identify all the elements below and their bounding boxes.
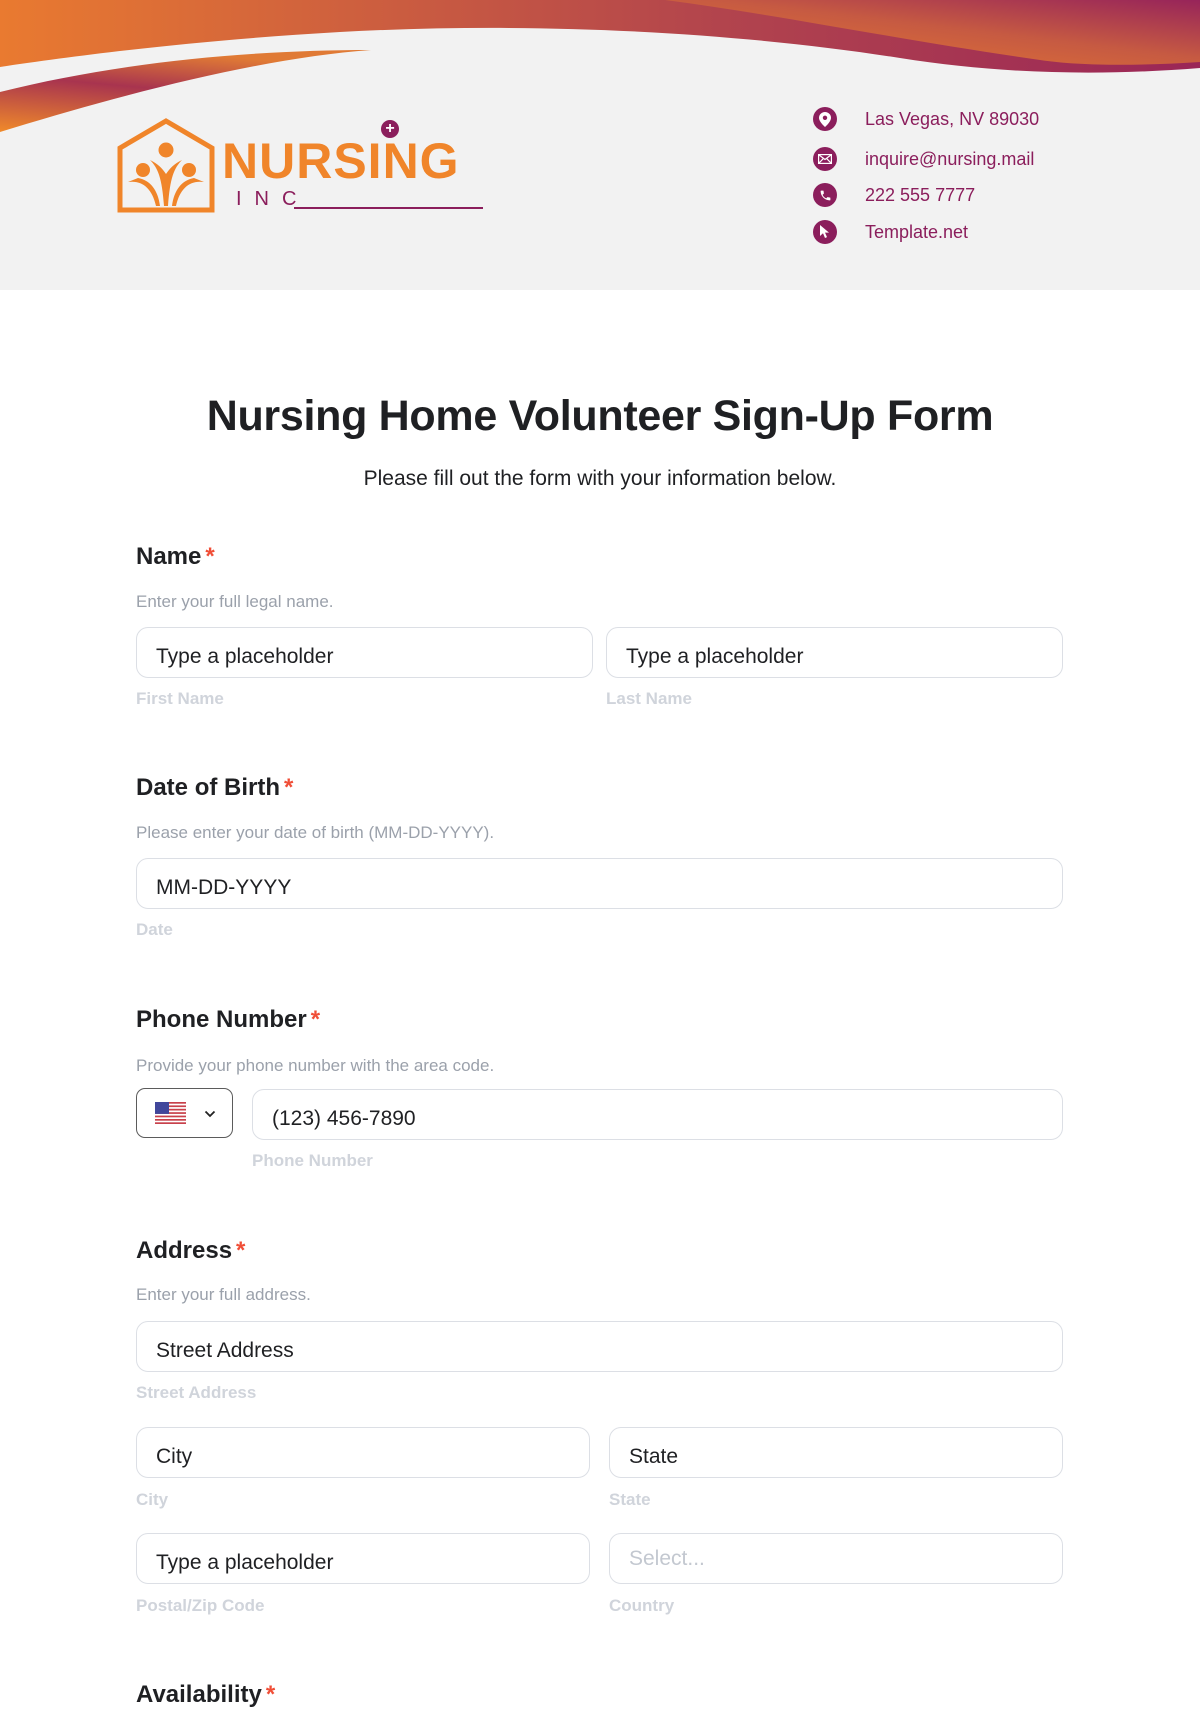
contact-phone-text[interactable]: 222 555 7777: [865, 185, 975, 206]
required-asterisk: *: [284, 774, 294, 801]
contact-email[interactable]: inquire@nursing.mail: [813, 146, 1073, 172]
dob-label: Date of Birth *: [136, 774, 293, 802]
page-subtitle: Please fill out the form with your infor…: [363, 467, 837, 490]
availability-label: Availability *: [136, 1681, 275, 1709]
phone-label-text: Phone Number: [136, 1006, 307, 1033]
last-name-input[interactable]: Type a placeholder: [606, 627, 1063, 678]
required-asterisk: *: [265, 1681, 276, 1708]
phone-input[interactable]: (123) 456-7890: [252, 1089, 1063, 1140]
required-asterisk: *: [310, 1006, 321, 1033]
cursor-pointer-icon: [813, 220, 837, 244]
us-flag-icon: [155, 1102, 186, 1124]
dob-helper: Please enter your date of birth (MM-DD-Y…: [136, 823, 495, 842]
contact-address: Las Vegas, NV 89030: [813, 106, 1073, 132]
address-helper: Enter your full address.: [136, 1285, 311, 1304]
contact-address-text: Las Vegas, NV 89030: [865, 108, 1040, 129]
name-helper: Enter your full legal name.: [136, 592, 334, 611]
city-sublabel: City: [136, 1490, 169, 1509]
location-pin-icon: [813, 107, 837, 131]
address-label: Address *: [136, 1237, 245, 1265]
address-label-text: Address: [136, 1237, 233, 1264]
last-name-sublabel: Last Name: [606, 689, 692, 708]
dob-input[interactable]: MM-DD-YYYY: [136, 858, 1063, 909]
postal-code-input[interactable]: Type a placeholder: [136, 1533, 590, 1584]
phone-sublabel: Phone Number: [252, 1151, 373, 1170]
state-input[interactable]: State: [609, 1427, 1063, 1478]
first-name-input[interactable]: Type a placeholder: [136, 627, 593, 678]
contact-website[interactable]: Template.net: [813, 219, 1073, 245]
medical-plus-icon: +: [381, 120, 399, 138]
chevron-down-icon: [204, 1105, 216, 1121]
required-asterisk: *: [236, 1237, 246, 1264]
contact-email-text[interactable]: inquire@nursing.mail: [865, 149, 1034, 170]
house-people-icon: [117, 118, 215, 213]
logo-subtitle: INC: [236, 188, 310, 210]
state-sublabel: State: [609, 1490, 651, 1509]
name-label: Name *: [136, 543, 215, 571]
city-input[interactable]: City: [136, 1427, 590, 1478]
envelope-icon: [813, 147, 837, 171]
phone-label: Phone Number *: [136, 1006, 320, 1034]
required-asterisk: *: [205, 543, 215, 570]
name-label-text: Name: [136, 543, 202, 570]
company-logo: NURSING + INC: [116, 116, 496, 216]
street-address-input[interactable]: Street Address: [136, 1321, 1063, 1372]
page-title: Nursing Home Volunteer Sign-Up Form: [206, 392, 994, 440]
phone-icon: [813, 183, 837, 207]
logo-wordmark: NURSING: [222, 133, 460, 189]
street-address-sublabel: Street Address: [136, 1383, 257, 1402]
first-name-sublabel: First Name: [136, 689, 224, 708]
contact-website-text[interactable]: Template.net: [865, 222, 968, 243]
postal-code-sublabel: Postal/Zip Code: [136, 1596, 265, 1615]
country-code-select[interactable]: [136, 1088, 233, 1138]
country-select[interactable]: Select...: [609, 1533, 1063, 1584]
contact-phone[interactable]: 222 555 7777: [813, 182, 1073, 208]
phone-helper: Provide your phone number with the area …: [136, 1056, 495, 1075]
dob-label-text: Date of Birth: [136, 774, 280, 801]
logo-underline: [294, 207, 483, 209]
letterhead: NURSING + INC Las Vegas, NV 89030 inquir…: [0, 0, 1200, 290]
dob-sublabel: Date: [136, 920, 173, 939]
availability-label-text: Availability: [136, 1681, 262, 1708]
country-sublabel: Country: [609, 1596, 675, 1615]
